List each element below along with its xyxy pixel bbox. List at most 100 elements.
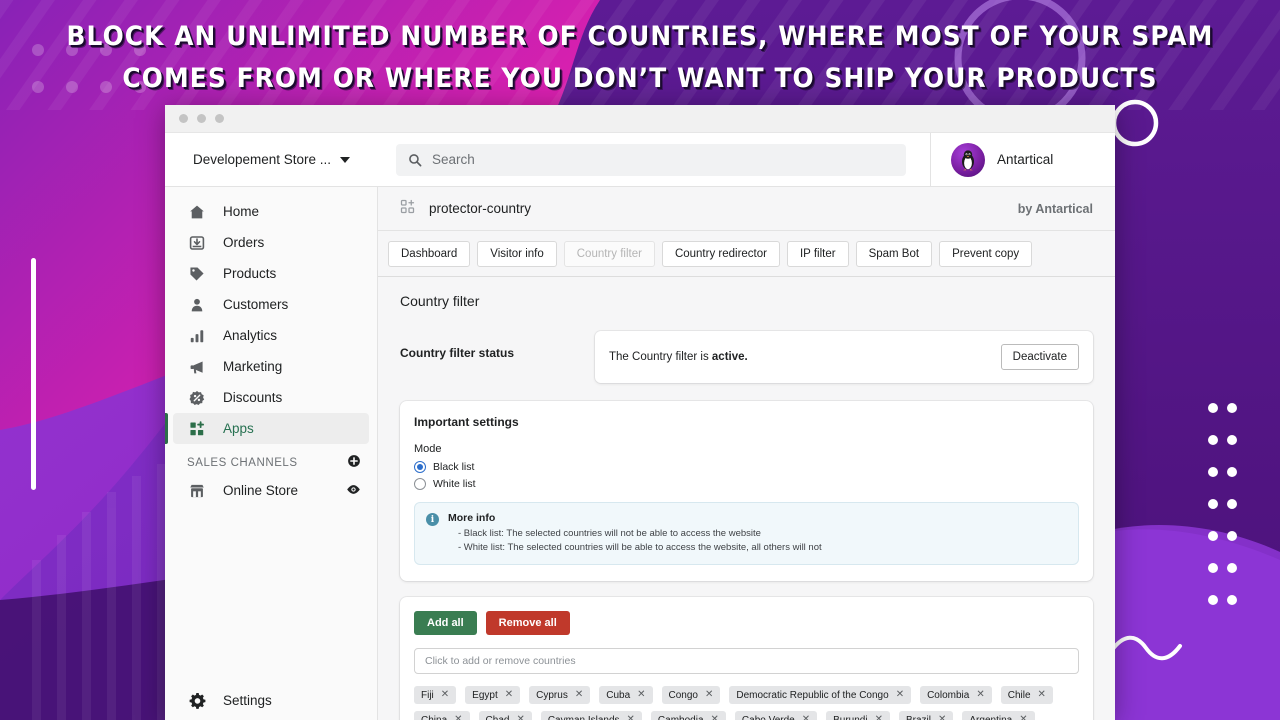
- store-selector[interactable]: Developement Store ...: [165, 152, 378, 167]
- products-icon: [187, 264, 207, 284]
- page-title: Country filter: [400, 293, 1093, 309]
- app-tabs: Dashboard Visitor info Country filter Co…: [378, 231, 1115, 277]
- info-icon: i: [426, 513, 439, 526]
- country-tag-label: Chad: [486, 715, 510, 720]
- store-icon: [187, 481, 207, 501]
- settings-card-title: Important settings: [414, 415, 1079, 429]
- search-input[interactable]: Search: [396, 144, 906, 176]
- country-tag-remove-icon[interactable]: ✕: [441, 690, 449, 700]
- tab-prevent-copy[interactable]: Prevent copy: [939, 241, 1032, 267]
- remove-all-button[interactable]: Remove all: [486, 611, 570, 635]
- marketing-icon: [187, 357, 207, 377]
- country-tag-remove-icon[interactable]: ✕: [802, 715, 810, 720]
- country-tag-remove-icon[interactable]: ✕: [1038, 690, 1046, 700]
- country-tag[interactable]: Argentina ✕: [962, 711, 1034, 720]
- country-tag[interactable]: Fiji✕: [414, 686, 456, 704]
- country-tag[interactable]: Cyprus✕: [529, 686, 590, 704]
- sidebar-item-analytics[interactable]: Analytics: [173, 320, 369, 351]
- tab-visitor-info[interactable]: Visitor info: [477, 241, 556, 267]
- status-message: The Country filter is active.: [609, 351, 748, 363]
- country-tag-remove-icon[interactable]: ✕: [505, 690, 513, 700]
- sidebar-item-label: Analytics: [223, 328, 277, 343]
- window-maximize-dot[interactable]: [215, 114, 224, 123]
- window-close-dot[interactable]: [179, 114, 188, 123]
- tab-dashboard[interactable]: Dashboard: [388, 241, 470, 267]
- sidebar-item-settings[interactable]: Settings: [173, 685, 369, 716]
- sidebar-item-label: Online Store: [223, 483, 298, 498]
- country-tag[interactable]: Egypt✕: [465, 686, 520, 704]
- add-all-button[interactable]: Add all: [414, 611, 477, 635]
- country-tag[interactable]: Cabo Verde ✕: [735, 711, 817, 720]
- country-tag-remove-icon[interactable]: ✕: [516, 715, 524, 720]
- sidebar-item-customers[interactable]: Customers: [173, 289, 369, 320]
- window-minimize-dot[interactable]: [197, 114, 206, 123]
- country-tag-remove-icon[interactable]: ✕: [875, 715, 883, 720]
- tab-country-redirector[interactable]: Country redirector: [662, 241, 780, 267]
- country-tag[interactable]: Burundi✕: [826, 711, 890, 720]
- sidebar-item-label: Customers: [223, 297, 288, 312]
- sidebar-item-label: Marketing: [223, 359, 282, 374]
- status-card: The Country filter is active. Deactivate: [595, 331, 1093, 383]
- preview-store-button[interactable]: [346, 482, 361, 500]
- country-tag-remove-icon[interactable]: ✕: [711, 715, 719, 720]
- tab-country-filter[interactable]: Country filter: [564, 241, 655, 267]
- country-tag[interactable]: Congo✕: [662, 686, 721, 704]
- analytics-icon: [187, 326, 207, 346]
- avatar: [951, 143, 985, 177]
- sidebar-item-orders[interactable]: Orders: [173, 227, 369, 258]
- country-tag[interactable]: Cambodia✕: [651, 711, 726, 720]
- discounts-icon: [187, 388, 207, 408]
- country-tag[interactable]: Chad ✕: [479, 711, 532, 720]
- country-tag-label: China: [421, 715, 447, 720]
- country-tag-label: Democratic Republic of the Congo: [736, 690, 888, 701]
- country-tag-remove-icon[interactable]: ✕: [896, 690, 904, 700]
- user-menu[interactable]: Antartical: [930, 133, 1115, 187]
- country-tag-remove-icon[interactable]: ✕: [575, 690, 583, 700]
- country-tag-remove-icon[interactable]: ✕: [454, 715, 462, 720]
- radio-white-list[interactable]: White list: [414, 478, 1079, 490]
- country-tag[interactable]: China ✕: [414, 711, 470, 720]
- country-tag-label: Argentina: [969, 715, 1012, 720]
- country-tag-remove-icon[interactable]: ✕: [1019, 715, 1027, 720]
- app-author: by Antartical: [1018, 202, 1093, 216]
- add-channel-button[interactable]: [347, 454, 361, 471]
- radio-label: White list: [433, 478, 476, 490]
- window-titlebar: [165, 105, 1115, 133]
- tab-spam-bot[interactable]: Spam Bot: [856, 241, 933, 267]
- sidebar-item-home[interactable]: Home: [173, 196, 369, 227]
- store-selector-label: Developement Store ...: [193, 152, 331, 167]
- more-info-line: - Black list: The selected countries wil…: [448, 527, 822, 541]
- radio-black-list[interactable]: Black list: [414, 461, 1079, 473]
- page-content: Country filter Country filter status The…: [378, 277, 1115, 720]
- search-icon: [408, 153, 422, 167]
- country-input[interactable]: Click to add or remove countries: [414, 648, 1079, 674]
- app-title: protector-country: [429, 201, 531, 216]
- sidebar-item-label: Discounts: [223, 390, 282, 405]
- country-tag-remove-icon[interactable]: ✕: [938, 715, 946, 720]
- country-tag-label: Cabo Verde: [742, 715, 795, 720]
- penguin-icon: [956, 148, 980, 172]
- sidebar-item-apps[interactable]: Apps: [173, 413, 369, 444]
- sales-channels-label: SALES CHANNELS: [187, 457, 298, 469]
- country-tag-remove-icon[interactable]: ✕: [705, 690, 713, 700]
- status-message-prefix: The Country filter is: [609, 351, 712, 363]
- bulk-actions: Add all Remove all: [414, 611, 1079, 635]
- browser-window: Developement Store ... Search: [165, 105, 1115, 720]
- country-tag[interactable]: Chile✕: [1001, 686, 1053, 704]
- tab-ip-filter[interactable]: IP filter: [787, 241, 849, 267]
- sidebar-item-marketing[interactable]: Marketing: [173, 351, 369, 382]
- country-tag[interactable]: Brazil✕: [899, 711, 953, 720]
- sidebar-item-products[interactable]: Products: [173, 258, 369, 289]
- country-tag-remove-icon[interactable]: ✕: [976, 690, 984, 700]
- deactivate-button[interactable]: Deactivate: [1001, 344, 1079, 370]
- countries-card: Add all Remove all Click to add or remov…: [400, 597, 1093, 720]
- radio-indicator: [414, 461, 426, 473]
- sidebar-item-online-store[interactable]: Online Store: [173, 475, 369, 506]
- country-tag-remove-icon[interactable]: ✕: [627, 715, 635, 720]
- country-tag[interactable]: Cuba✕: [599, 686, 652, 704]
- sidebar-item-discounts[interactable]: Discounts: [173, 382, 369, 413]
- country-tag[interactable]: Democratic Republic of the Congo ✕: [729, 686, 911, 704]
- country-tag[interactable]: Colombia✕: [920, 686, 992, 704]
- country-tag[interactable]: Cayman Islands✕: [541, 711, 642, 720]
- country-tag-remove-icon[interactable]: ✕: [637, 690, 645, 700]
